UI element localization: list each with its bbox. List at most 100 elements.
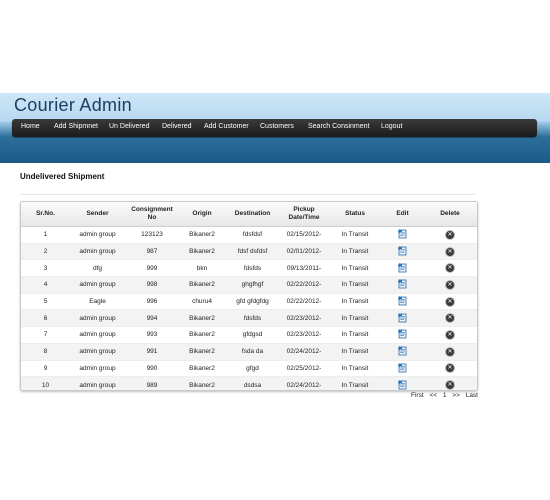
cell-consignment: 993 xyxy=(125,326,179,344)
cell-srno: 9 xyxy=(21,360,70,378)
edit-document-icon[interactable] xyxy=(397,278,408,291)
delete-circle-icon[interactable]: ✕ xyxy=(446,230,454,239)
cell-destination: ghgfhgf xyxy=(225,276,280,294)
cell-sender: Eagle xyxy=(70,293,125,311)
cell-destination: fdsf dsfdsf xyxy=(225,243,280,261)
cell-origin: churu4 xyxy=(179,293,225,311)
cell-origin: bkn xyxy=(179,259,225,278)
col-header-consignment-line2: No xyxy=(147,214,157,221)
delete-circle-icon[interactable]: ✕ xyxy=(446,364,454,373)
cell-consignment: 991 xyxy=(125,343,179,361)
cell-delete: ✕ xyxy=(423,243,477,261)
edit-document-icon[interactable] xyxy=(397,345,408,358)
cell-status: In Transit xyxy=(328,376,382,390)
cell-consignment: 989 xyxy=(125,376,179,390)
table-row: 5 Eagle 996 churu4 gfd gfdgfdg 02/22/2012- In … xyxy=(21,293,477,311)
nav-search-consignment[interactable]: Search Consinment xyxy=(308,123,369,130)
pager-page[interactable]: 1 xyxy=(443,392,447,399)
table-row: 7 admin group 993 Bikaner2 gfdgsd 02/23/2012-… xyxy=(21,326,477,344)
cell-status: In Transit xyxy=(328,293,382,311)
col-header-status: Status xyxy=(328,202,382,227)
edit-document-icon[interactable] xyxy=(397,328,408,341)
nav-add-customer[interactable]: Add Customer xyxy=(204,123,249,130)
cell-destination: dsdsa xyxy=(225,376,280,390)
cell-pickup: 02/22/2012- xyxy=(280,293,328,311)
edit-document-icon[interactable] xyxy=(397,245,408,258)
edit-document-icon[interactable] xyxy=(397,228,408,241)
cell-sender: admin group xyxy=(70,243,125,261)
cell-delete: ✕ xyxy=(423,276,477,294)
edit-document-icon[interactable] xyxy=(397,312,408,325)
cell-destination: fdsfds xyxy=(225,259,280,278)
edit-document-icon[interactable] xyxy=(397,262,408,275)
delete-circle-icon[interactable]: ✕ xyxy=(446,381,454,390)
edit-document-icon[interactable] xyxy=(397,295,408,308)
cell-delete: ✕ xyxy=(423,360,477,378)
cell-consignment: 123123 xyxy=(125,226,179,244)
edit-document-icon[interactable] xyxy=(397,362,408,375)
table-row: 8 admin group 991 Bikaner2 fsda da 02/24/2012… xyxy=(21,343,477,361)
table-row: 4 admin group 998 Bikaner2 ghgfhgf 02/22/2012… xyxy=(21,276,477,294)
cell-status: In Transit xyxy=(328,276,382,294)
cell-srno: 3 xyxy=(21,259,70,278)
cell-origin: Bikaner2 xyxy=(179,360,225,378)
table-header-row: Sr.No. Sender Consignment No Origin Desti… xyxy=(21,202,477,227)
cell-edit xyxy=(382,243,423,261)
cell-pickup: 02/24/2012- xyxy=(280,376,328,390)
col-header-delete: Delete xyxy=(423,202,477,227)
cell-consignment: 996 xyxy=(125,293,179,311)
delete-circle-icon[interactable]: ✕ xyxy=(446,314,454,323)
cell-sender: admin group xyxy=(70,226,125,244)
delete-circle-icon[interactable]: ✕ xyxy=(446,330,454,339)
table-row: 1 admin group 123123 Bikaner2 fdsfdsf 02/15/2… xyxy=(21,226,477,244)
cell-status: In Transit xyxy=(328,326,382,344)
pager-last[interactable]: Last xyxy=(466,392,478,399)
nav-delivered[interactable]: Delivered xyxy=(162,123,192,130)
cell-edit xyxy=(382,259,423,278)
cell-destination: fdsfdsf xyxy=(225,226,280,244)
cell-edit xyxy=(382,343,423,361)
pager-first[interactable]: First xyxy=(411,392,424,399)
delete-circle-icon[interactable]: ✕ xyxy=(446,280,454,289)
cell-status: In Transit xyxy=(328,309,382,328)
cell-origin: Bikaner2 xyxy=(179,343,225,361)
cell-status: In Transit xyxy=(328,343,382,361)
col-header-consignment-line1: Consignment xyxy=(131,206,173,213)
cell-srno: 4 xyxy=(21,276,70,294)
shipment-grid: Sr.No. Sender Consignment No Origin Desti… xyxy=(20,201,478,391)
delete-circle-icon[interactable]: ✕ xyxy=(446,347,454,356)
divider xyxy=(20,194,476,195)
table-row: 9 admin group 990 Bikaner2 gfgd 02/25/2012- In… xyxy=(21,360,477,378)
nav-customers[interactable]: Customers xyxy=(260,123,294,130)
cell-srno: 1 xyxy=(21,226,70,244)
nav-home[interactable]: Home xyxy=(21,123,40,130)
delete-circle-icon[interactable]: ✕ xyxy=(446,247,454,256)
col-header-edit: Edit xyxy=(382,202,423,227)
nav-add-shipment[interactable]: Add Shipmnet xyxy=(54,123,98,130)
col-header-pickup: Pickup Date/Time xyxy=(280,202,328,227)
pagination: First << 1 >> Last xyxy=(411,392,482,399)
nav-logout[interactable]: Logout xyxy=(381,123,402,130)
cell-edit xyxy=(382,326,423,344)
delete-circle-icon[interactable]: ✕ xyxy=(446,264,454,273)
cell-delete: ✕ xyxy=(423,259,477,278)
nav-un-delivered[interactable]: Un Delivered xyxy=(109,123,149,130)
col-header-destination: Destination xyxy=(225,202,280,227)
delete-circle-icon[interactable]: ✕ xyxy=(446,297,454,306)
page-title: Undelivered Shipment xyxy=(20,172,105,181)
app-title: Courier Admin xyxy=(14,95,132,115)
cell-consignment: 999 xyxy=(125,259,179,278)
cell-edit xyxy=(382,226,423,244)
pager-next[interactable]: >> xyxy=(452,392,460,399)
edit-document-icon[interactable] xyxy=(397,379,408,390)
cell-sender: admin group xyxy=(70,326,125,344)
table-row: 10 admin group 989 Bikaner2 dsdsa 02/24/2012-… xyxy=(21,376,477,390)
cell-srno: 7 xyxy=(21,326,70,344)
cell-pickup: 02/01/2012- xyxy=(280,243,328,261)
cell-srno: 5 xyxy=(21,293,70,311)
pager-prev[interactable]: << xyxy=(429,392,437,399)
cell-delete: ✕ xyxy=(423,309,477,328)
cell-pickup: 02/25/2012- xyxy=(280,360,328,378)
cell-pickup: 02/15/2012- xyxy=(280,226,328,244)
table-row: 3 dfg 999 bkn fdsfds 09/13/2011- In Transit ✕ xyxy=(21,259,477,278)
